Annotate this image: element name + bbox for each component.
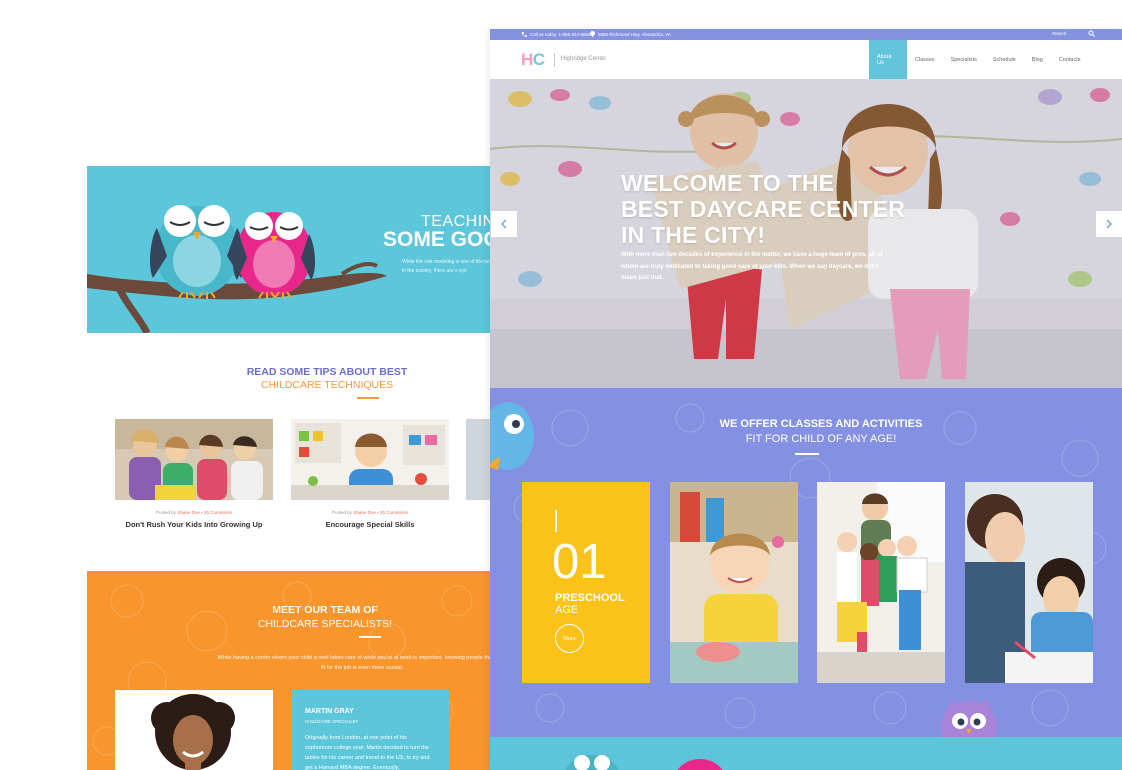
class-sublabel: AGE — [555, 604, 579, 616]
blog-post-card[interactable]: Posted by Shane Doe • 25 Comments Don't … — [115, 419, 273, 530]
blog-post-image — [115, 419, 273, 500]
blog-post-title[interactable]: Encourage Special Skills — [291, 520, 449, 530]
menu-item-contacts[interactable]: Contacts — [1051, 40, 1089, 79]
contact-phone: Call us today: 1-555-344-5566 — [521, 31, 591, 37]
hero-headline-line2: BEST DAYCARE CENTER — [621, 196, 906, 222]
back-hero-banner: TEACHING SOME GOO While the role modelin… — [87, 166, 490, 333]
menu-bar: About Us Classes Specialists Schedule Bl… — [869, 40, 1089, 79]
site-logo[interactable]: HC — [521, 50, 545, 70]
team-section: MEET OUR TEAM OF CHILDCARE SPECIALISTS! … — [87, 571, 490, 770]
hero-headline-line3: IN THE CITY! — [621, 222, 766, 248]
menu-item-blog[interactable]: Blog — [1024, 40, 1051, 79]
kids-group-photo — [115, 419, 273, 500]
card-accent-bar — [555, 510, 557, 532]
class-card-photo[interactable] — [670, 482, 798, 683]
tips-title-line1: READ SOME TIPS ABOUT BEST — [246, 366, 408, 378]
kids-with-teacher-photo — [817, 482, 945, 683]
address-text: 9580 Richmond Hwy, Alexandria, VA — [598, 31, 671, 37]
tips-divider — [357, 397, 379, 399]
team-divider — [359, 636, 381, 638]
front-page-preview: Call us today: 1-555-344-5566 9580 Richm… — [490, 29, 1122, 770]
member-role: CHILDCARE SPECIALIST — [305, 719, 359, 724]
page-canvas: TEACHING SOME GOO While the role modelin… — [0, 0, 1122, 770]
post-author-link[interactable]: Shane Doe — [177, 510, 200, 515]
blog-post-card-partial[interactable] — [466, 419, 490, 500]
back-page-preview: TEACHING SOME GOO While the role modelin… — [87, 166, 490, 770]
class-card-preschool[interactable]: 01 PRESCHOOL AGE More — [522, 482, 650, 683]
menu-item-specialists[interactable]: Specialists — [943, 40, 985, 79]
top-info-bar: Call us today: 1-555-344-5566 9580 Richm… — [490, 29, 1122, 40]
team-member-photo — [115, 690, 273, 770]
phone-text: Call us today: 1-555-344-5566 — [530, 31, 591, 37]
team-member-card[interactable]: MARTIN GRAY CHILDCARE SPECIALIST Origina… — [291, 690, 449, 770]
owls-peek-illustration — [565, 755, 723, 770]
blog-post-card[interactable]: Posted by Shane Doe • 25 Comments Encour… — [291, 419, 449, 530]
class-label: PRESCHOOL — [555, 592, 625, 604]
hero-text: With more than two decades of experience… — [621, 252, 883, 281]
hero-slider: WELCOME TO THE BEST DAYCARE CENTER IN TH… — [490, 79, 1122, 388]
back-hero-text: While the role modeling is one of the be… — [402, 259, 490, 274]
classes-section: WE OFFER CLASSES AND ACTIVITIES FIT FOR … — [490, 388, 1122, 737]
classes-title-line1: WE OFFER CLASSES AND ACTIVITIES — [719, 418, 923, 430]
team-intro-text: While having a center where your child i… — [217, 655, 490, 671]
phone-icon — [521, 32, 527, 37]
menu-item-about-us[interactable]: About Us — [869, 40, 907, 79]
blog-post-image — [291, 419, 449, 500]
main-navigation: HC Highridge Center About Us Classes Spe… — [490, 40, 1122, 79]
slider-next-button[interactable] — [1096, 211, 1122, 237]
logo-divider — [554, 53, 555, 67]
blog-post-title[interactable]: Don't Rush Your Kids Into Growing Up — [115, 520, 273, 530]
post-comments-link[interactable]: 25 Comments — [204, 510, 232, 515]
toddler-playdough-photo — [670, 482, 798, 683]
post-author-link[interactable]: Shane Doe — [353, 510, 376, 515]
team-title-line1: MEET OUR TEAM OF — [272, 604, 378, 616]
slider-prev-button[interactable] — [491, 211, 517, 237]
menu-item-classes[interactable]: Classes — [907, 40, 943, 79]
hero-headline-line1: WELCOME TO THE — [621, 170, 835, 196]
member-name: MARTIN GRAY — [305, 708, 354, 715]
tips-title-line2: CHILDCARE TECHNIQUES — [260, 379, 394, 391]
team-title-line2: CHILDCARE SPECIALISTS! — [257, 618, 393, 630]
menu-item-schedule[interactable]: Schedule — [985, 40, 1024, 79]
class-card-photo[interactable] — [817, 482, 945, 683]
next-section-strip — [490, 737, 1122, 770]
more-button[interactable]: More — [555, 624, 584, 653]
purple-owl-icon — [941, 699, 997, 737]
classes-divider — [795, 453, 819, 455]
search-icon[interactable] — [1088, 30, 1095, 38]
chevron-right-icon — [1106, 219, 1113, 229]
search-input[interactable]: Search... — [1052, 31, 1070, 36]
blog-post-meta: Posted by Shane Doe • 25 Comments — [332, 510, 408, 515]
contact-address: 9580 Richmond Hwy, Alexandria, VA — [590, 31, 671, 37]
boy-painting-photo — [291, 419, 449, 500]
classes-title-line2: FIT FOR CHILD OF ANY AGE! — [745, 433, 897, 445]
class-number: 01 — [552, 535, 607, 589]
site-name: Highridge Center — [561, 56, 607, 62]
boy-drawing-photo — [965, 482, 1093, 683]
blog-post-meta: Posted by Shane Doe • 25 Comments — [156, 510, 232, 515]
post-comments-link[interactable]: 25 Comments — [380, 510, 408, 515]
blog-post-image — [466, 419, 490, 500]
class-card-photo[interactable] — [965, 482, 1093, 683]
location-pin-icon — [590, 31, 595, 37]
back-hero-title-line2: SOME GOO — [383, 228, 490, 251]
chevron-left-icon — [500, 219, 507, 229]
hero-headline: WELCOME TO THE BEST DAYCARE CENTER IN TH… — [621, 170, 905, 248]
woman-portrait — [115, 690, 273, 770]
member-bio: Originally from London, at one point of … — [305, 735, 430, 770]
